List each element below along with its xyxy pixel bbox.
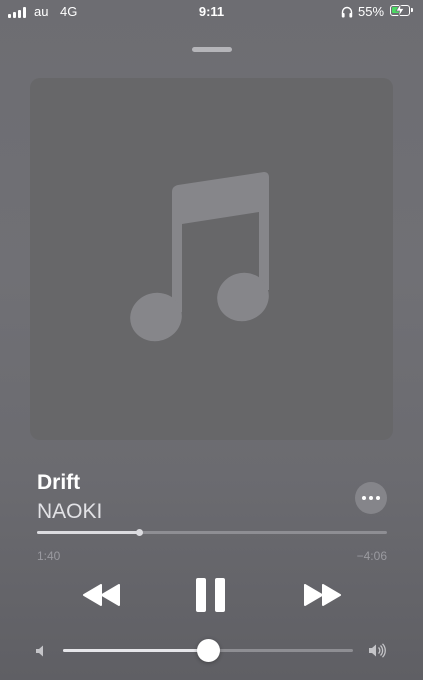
fast-forward-icon bbox=[304, 584, 341, 606]
ellipsis-icon bbox=[362, 496, 380, 500]
rewind-button[interactable] bbox=[82, 584, 122, 606]
playback-scrubber[interactable] bbox=[37, 529, 387, 536]
album-artwork bbox=[30, 78, 393, 440]
volume-knob[interactable] bbox=[197, 639, 220, 662]
headphones-icon bbox=[341, 6, 353, 18]
status-bar: au 4G 9:11 55% bbox=[0, 0, 423, 24]
fast-forward-button[interactable] bbox=[302, 584, 342, 606]
volume-fill bbox=[63, 649, 208, 652]
track-title: Drift bbox=[37, 471, 81, 494]
battery-charging-icon bbox=[390, 3, 413, 17]
pause-button[interactable] bbox=[196, 578, 226, 612]
volume-high-icon bbox=[369, 643, 386, 658]
track-artist[interactable]: NAOKI bbox=[37, 500, 102, 524]
playback-progress-fill bbox=[37, 531, 139, 534]
sheet-grabber[interactable] bbox=[192, 47, 232, 52]
volume-low-icon bbox=[36, 645, 43, 657]
playback-scrubber-knob[interactable] bbox=[135, 529, 143, 536]
battery-percent: 55% bbox=[358, 4, 385, 19]
more-options-button[interactable] bbox=[355, 482, 387, 514]
elapsed-time: 1:40 bbox=[37, 549, 61, 563]
volume-slider[interactable] bbox=[63, 639, 353, 662]
music-note-icon bbox=[130, 172, 269, 342]
rewind-icon bbox=[83, 584, 120, 606]
remaining-time: −4:06 bbox=[356, 549, 387, 563]
